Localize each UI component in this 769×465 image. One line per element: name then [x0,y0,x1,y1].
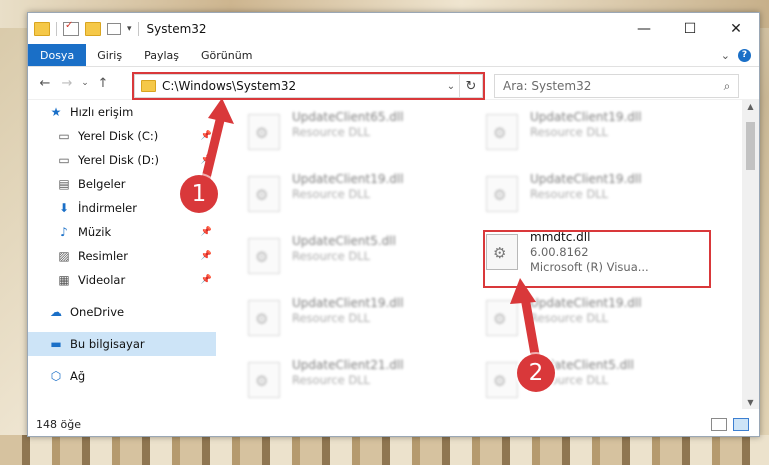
step-badge-1: 1 [180,175,218,213]
arrow-1 [201,98,541,365]
step-badge-2: 2 [517,354,555,392]
